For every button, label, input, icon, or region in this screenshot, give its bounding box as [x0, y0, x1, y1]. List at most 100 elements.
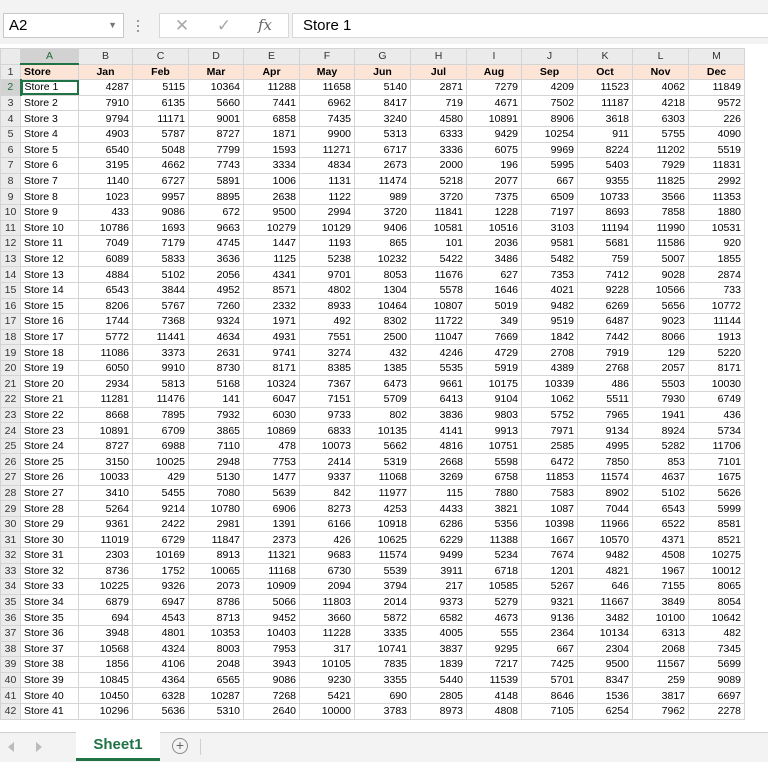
name-box[interactable]: A2 ▼ — [3, 13, 124, 38]
value-cell[interactable]: 1477 — [243, 469, 300, 486]
value-cell[interactable]: 10772 — [688, 297, 745, 315]
column-header-d[interactable]: D — [188, 48, 244, 65]
value-cell[interactable]: 9134 — [577, 422, 633, 439]
value-cell[interactable]: 10364 — [188, 79, 244, 96]
value-cell[interactable]: 842 — [299, 484, 355, 502]
value-cell[interactable]: 10741 — [354, 640, 411, 658]
scroll-tabs-left-icon[interactable] — [8, 739, 22, 755]
value-cell[interactable]: 4995 — [577, 437, 633, 455]
value-cell[interactable]: 5422 — [410, 250, 467, 268]
value-cell[interactable]: 478 — [243, 437, 300, 455]
value-cell[interactable]: 4209 — [521, 79, 578, 96]
value-cell[interactable]: 5007 — [632, 250, 689, 268]
value-cell[interactable]: 4246 — [410, 344, 467, 361]
row-header[interactable]: 3 — [0, 94, 21, 112]
value-cell[interactable]: 6962 — [299, 94, 355, 112]
value-cell[interactable]: 5019 — [466, 297, 522, 315]
value-cell[interactable]: 5048 — [132, 141, 189, 159]
value-cell[interactable]: 3948 — [78, 624, 133, 642]
value-cell[interactable]: 2981 — [188, 515, 244, 533]
store-name-cell[interactable]: Store 4 — [20, 125, 79, 143]
value-cell[interactable]: 5626 — [688, 484, 745, 502]
value-cell[interactable]: 226 — [688, 110, 745, 127]
store-name-cell[interactable]: Store 32 — [20, 562, 79, 580]
value-cell[interactable]: 9452 — [243, 609, 300, 626]
value-cell[interactable]: 5919 — [466, 359, 522, 377]
value-cell[interactable]: 865 — [354, 235, 411, 252]
value-cell[interactable]: 7674 — [521, 547, 578, 564]
value-cell[interactable]: 1842 — [521, 328, 578, 346]
store-name-cell[interactable]: Store 23 — [20, 422, 79, 439]
store-name-cell[interactable]: Store 15 — [20, 297, 79, 315]
value-cell[interactable]: 11849 — [688, 79, 745, 96]
value-cell[interactable]: 486 — [577, 375, 633, 393]
value-cell[interactable]: 3837 — [410, 640, 467, 658]
value-cell[interactable]: 7953 — [243, 640, 300, 658]
value-cell[interactable]: 11676 — [410, 266, 467, 283]
value-cell[interactable]: 672 — [188, 203, 244, 221]
value-cell[interactable]: 9324 — [188, 313, 244, 330]
value-cell[interactable]: 2500 — [354, 328, 411, 346]
store-name-cell[interactable]: Store 2 — [20, 94, 79, 112]
row-header[interactable]: 31 — [0, 531, 21, 548]
value-cell[interactable]: 10398 — [521, 515, 578, 533]
value-cell[interactable]: 4637 — [632, 469, 689, 486]
value-cell[interactable]: 10568 — [78, 640, 133, 658]
value-cell[interactable]: 9701 — [299, 266, 355, 283]
value-cell[interactable]: 10403 — [243, 624, 300, 642]
value-cell[interactable]: 482 — [688, 624, 745, 642]
row-header[interactable]: 19 — [0, 344, 21, 361]
value-cell[interactable]: 5503 — [632, 375, 689, 393]
value-cell[interactable]: 7268 — [243, 687, 300, 704]
row-header[interactable]: 28 — [0, 484, 21, 502]
value-cell[interactable]: 8668 — [78, 406, 133, 424]
value-cell[interactable]: 11068 — [354, 469, 411, 486]
header-cell[interactable]: Sep — [521, 63, 578, 81]
value-cell[interactable]: 11019 — [78, 531, 133, 548]
value-cell[interactable]: 8171 — [688, 359, 745, 377]
value-cell[interactable]: 1140 — [78, 172, 133, 190]
value-cell[interactable]: 6697 — [688, 687, 745, 704]
value-cell[interactable]: 690 — [354, 687, 411, 704]
value-cell[interactable]: 6229 — [410, 531, 467, 548]
value-cell[interactable]: 5752 — [521, 406, 578, 424]
store-name-cell[interactable]: Store 21 — [20, 391, 79, 408]
value-cell[interactable]: 2673 — [354, 157, 411, 174]
value-cell[interactable]: 7962 — [632, 702, 689, 720]
value-cell[interactable]: 4062 — [632, 79, 689, 96]
value-cell[interactable]: 5482 — [521, 250, 578, 268]
value-cell[interactable]: 4090 — [688, 125, 745, 143]
value-cell[interactable]: 4801 — [132, 624, 189, 642]
value-cell[interactable]: 5787 — [132, 125, 189, 143]
value-cell[interactable]: 10296 — [78, 702, 133, 720]
value-cell[interactable]: 7502 — [521, 94, 578, 112]
value-cell[interactable]: 7799 — [188, 141, 244, 159]
value-cell[interactable]: 2048 — [188, 656, 244, 673]
value-cell[interactable]: 9913 — [466, 422, 522, 439]
column-header-c[interactable]: C — [132, 48, 189, 65]
value-cell[interactable]: 2094 — [299, 578, 355, 595]
value-cell[interactable]: 9326 — [132, 578, 189, 595]
value-cell[interactable]: 11847 — [188, 531, 244, 548]
value-cell[interactable]: 4808 — [466, 702, 522, 720]
value-cell[interactable]: 10353 — [188, 624, 244, 642]
formula-input[interactable]: Store 1 — [292, 13, 768, 38]
value-cell[interactable]: 9214 — [132, 500, 189, 517]
value-cell[interactable]: 5734 — [688, 422, 745, 439]
store-name-cell[interactable]: Store 28 — [20, 500, 79, 517]
cancel-icon[interactable]: ✕ — [170, 14, 194, 37]
value-cell[interactable]: 2934 — [78, 375, 133, 393]
store-name-cell[interactable]: Store 35 — [20, 609, 79, 626]
value-cell[interactable]: 3865 — [188, 422, 244, 439]
value-cell[interactable]: 4508 — [632, 547, 689, 564]
value-cell[interactable]: 4005 — [410, 624, 467, 642]
value-cell[interactable]: 6565 — [188, 671, 244, 689]
value-cell[interactable]: 8571 — [243, 281, 300, 299]
value-cell[interactable]: 6730 — [299, 562, 355, 580]
store-name-cell[interactable]: Store 39 — [20, 671, 79, 689]
value-cell[interactable]: 4816 — [410, 437, 467, 455]
store-name-cell[interactable]: Store 19 — [20, 359, 79, 377]
value-cell[interactable]: 1447 — [243, 235, 300, 252]
value-cell[interactable]: 8727 — [78, 437, 133, 455]
value-cell[interactable]: 7965 — [577, 406, 633, 424]
